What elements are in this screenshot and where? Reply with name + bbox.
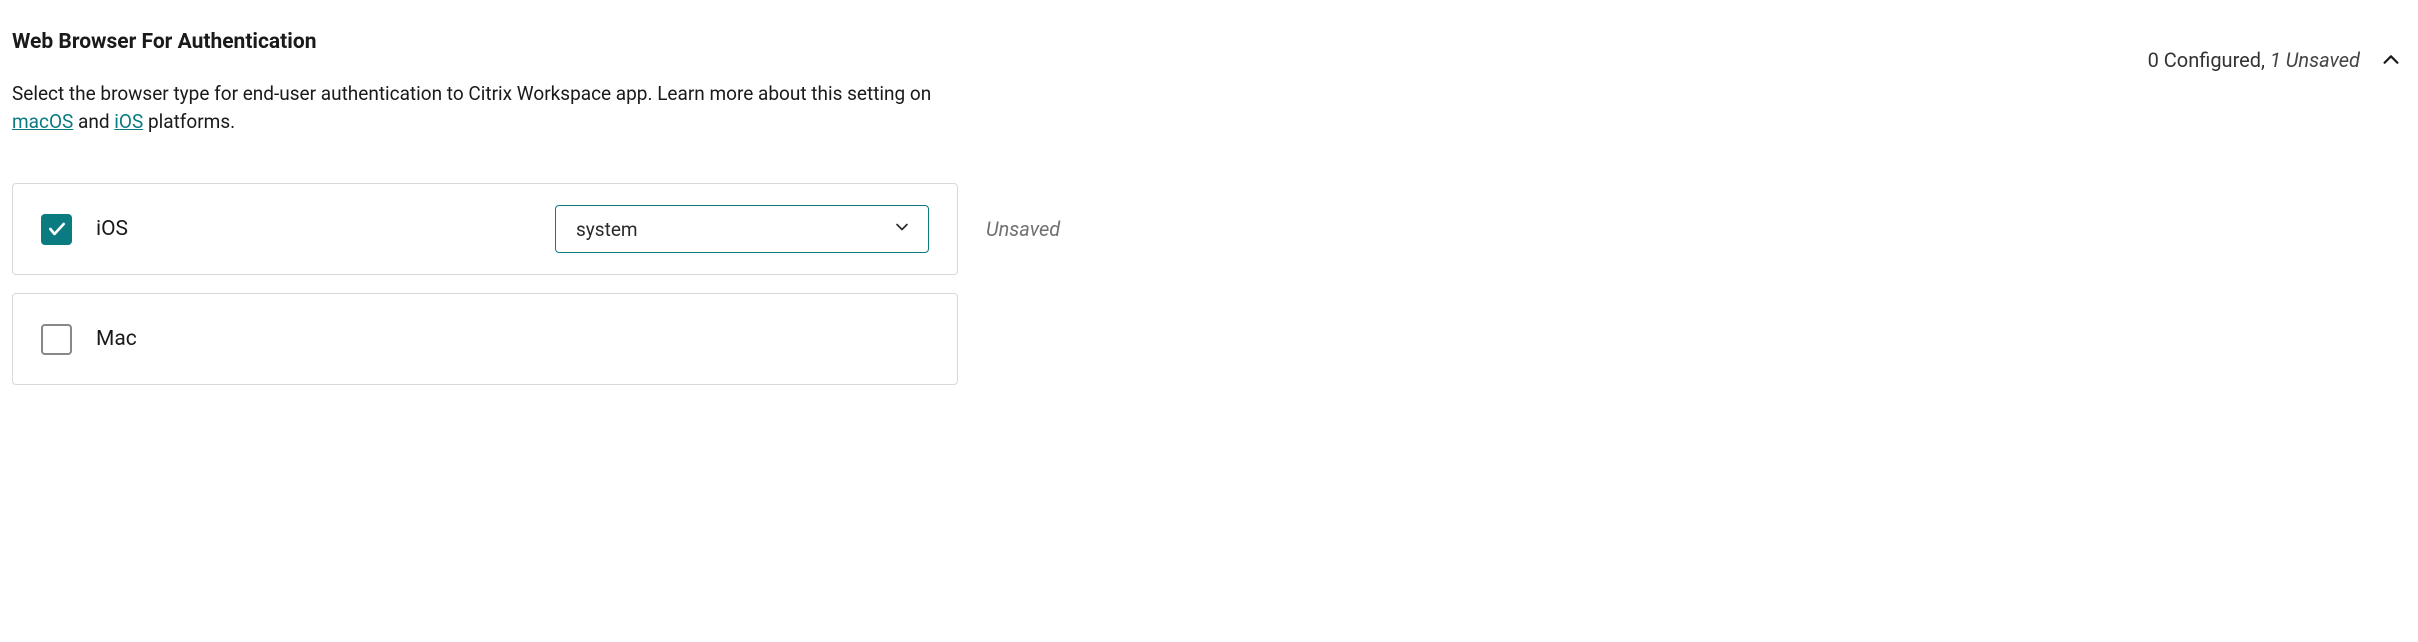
row-status-ios: Unsaved: [986, 217, 1060, 241]
description-text-post: platforms.: [143, 110, 235, 133]
status-summary: 0 Configured, 1 Unsaved: [2148, 48, 2360, 72]
chevron-down-icon: [892, 217, 912, 242]
platform-row-ios: iOS system Unsaved: [12, 183, 2406, 275]
section-title: Web Browser For Authentication: [12, 30, 316, 54]
select-value-ios: system: [576, 218, 638, 241]
platform-card-ios: iOS system: [12, 183, 958, 275]
platform-card-mac: Mac: [12, 293, 958, 385]
unsaved-label: Unsaved: [2281, 48, 2360, 72]
platform-mac-checkbox-wrap: Mac: [41, 324, 137, 355]
checkbox-mac[interactable]: [41, 324, 72, 355]
chevron-up-icon[interactable]: [2380, 49, 2402, 71]
checkbox-ios[interactable]: [41, 214, 72, 245]
status-area: 0 Configured, 1 Unsaved: [2148, 48, 2402, 72]
platform-ios-checkbox-wrap: iOS: [41, 214, 128, 245]
platform-label-mac: Mac: [96, 327, 137, 351]
platform-label-ios: iOS: [96, 217, 128, 241]
section-header: Web Browser For Authentication 0 Configu…: [12, 12, 2406, 72]
link-macos[interactable]: macOS: [12, 110, 73, 133]
configured-label: Configured,: [2159, 48, 2270, 72]
configured-count: 0: [2148, 48, 2159, 72]
browser-select-ios[interactable]: system: [555, 205, 929, 253]
platforms-list: iOS system Unsaved Mac: [12, 183, 2406, 385]
unsaved-count: 1: [2270, 48, 2281, 72]
description-text-pre: Select the browser type for end-user aut…: [12, 82, 931, 105]
section-description: Select the browser type for end-user aut…: [12, 80, 932, 135]
link-ios[interactable]: iOS: [114, 110, 143, 133]
platform-row-mac: Mac: [12, 293, 2406, 385]
description-text-and: and: [73, 110, 114, 133]
